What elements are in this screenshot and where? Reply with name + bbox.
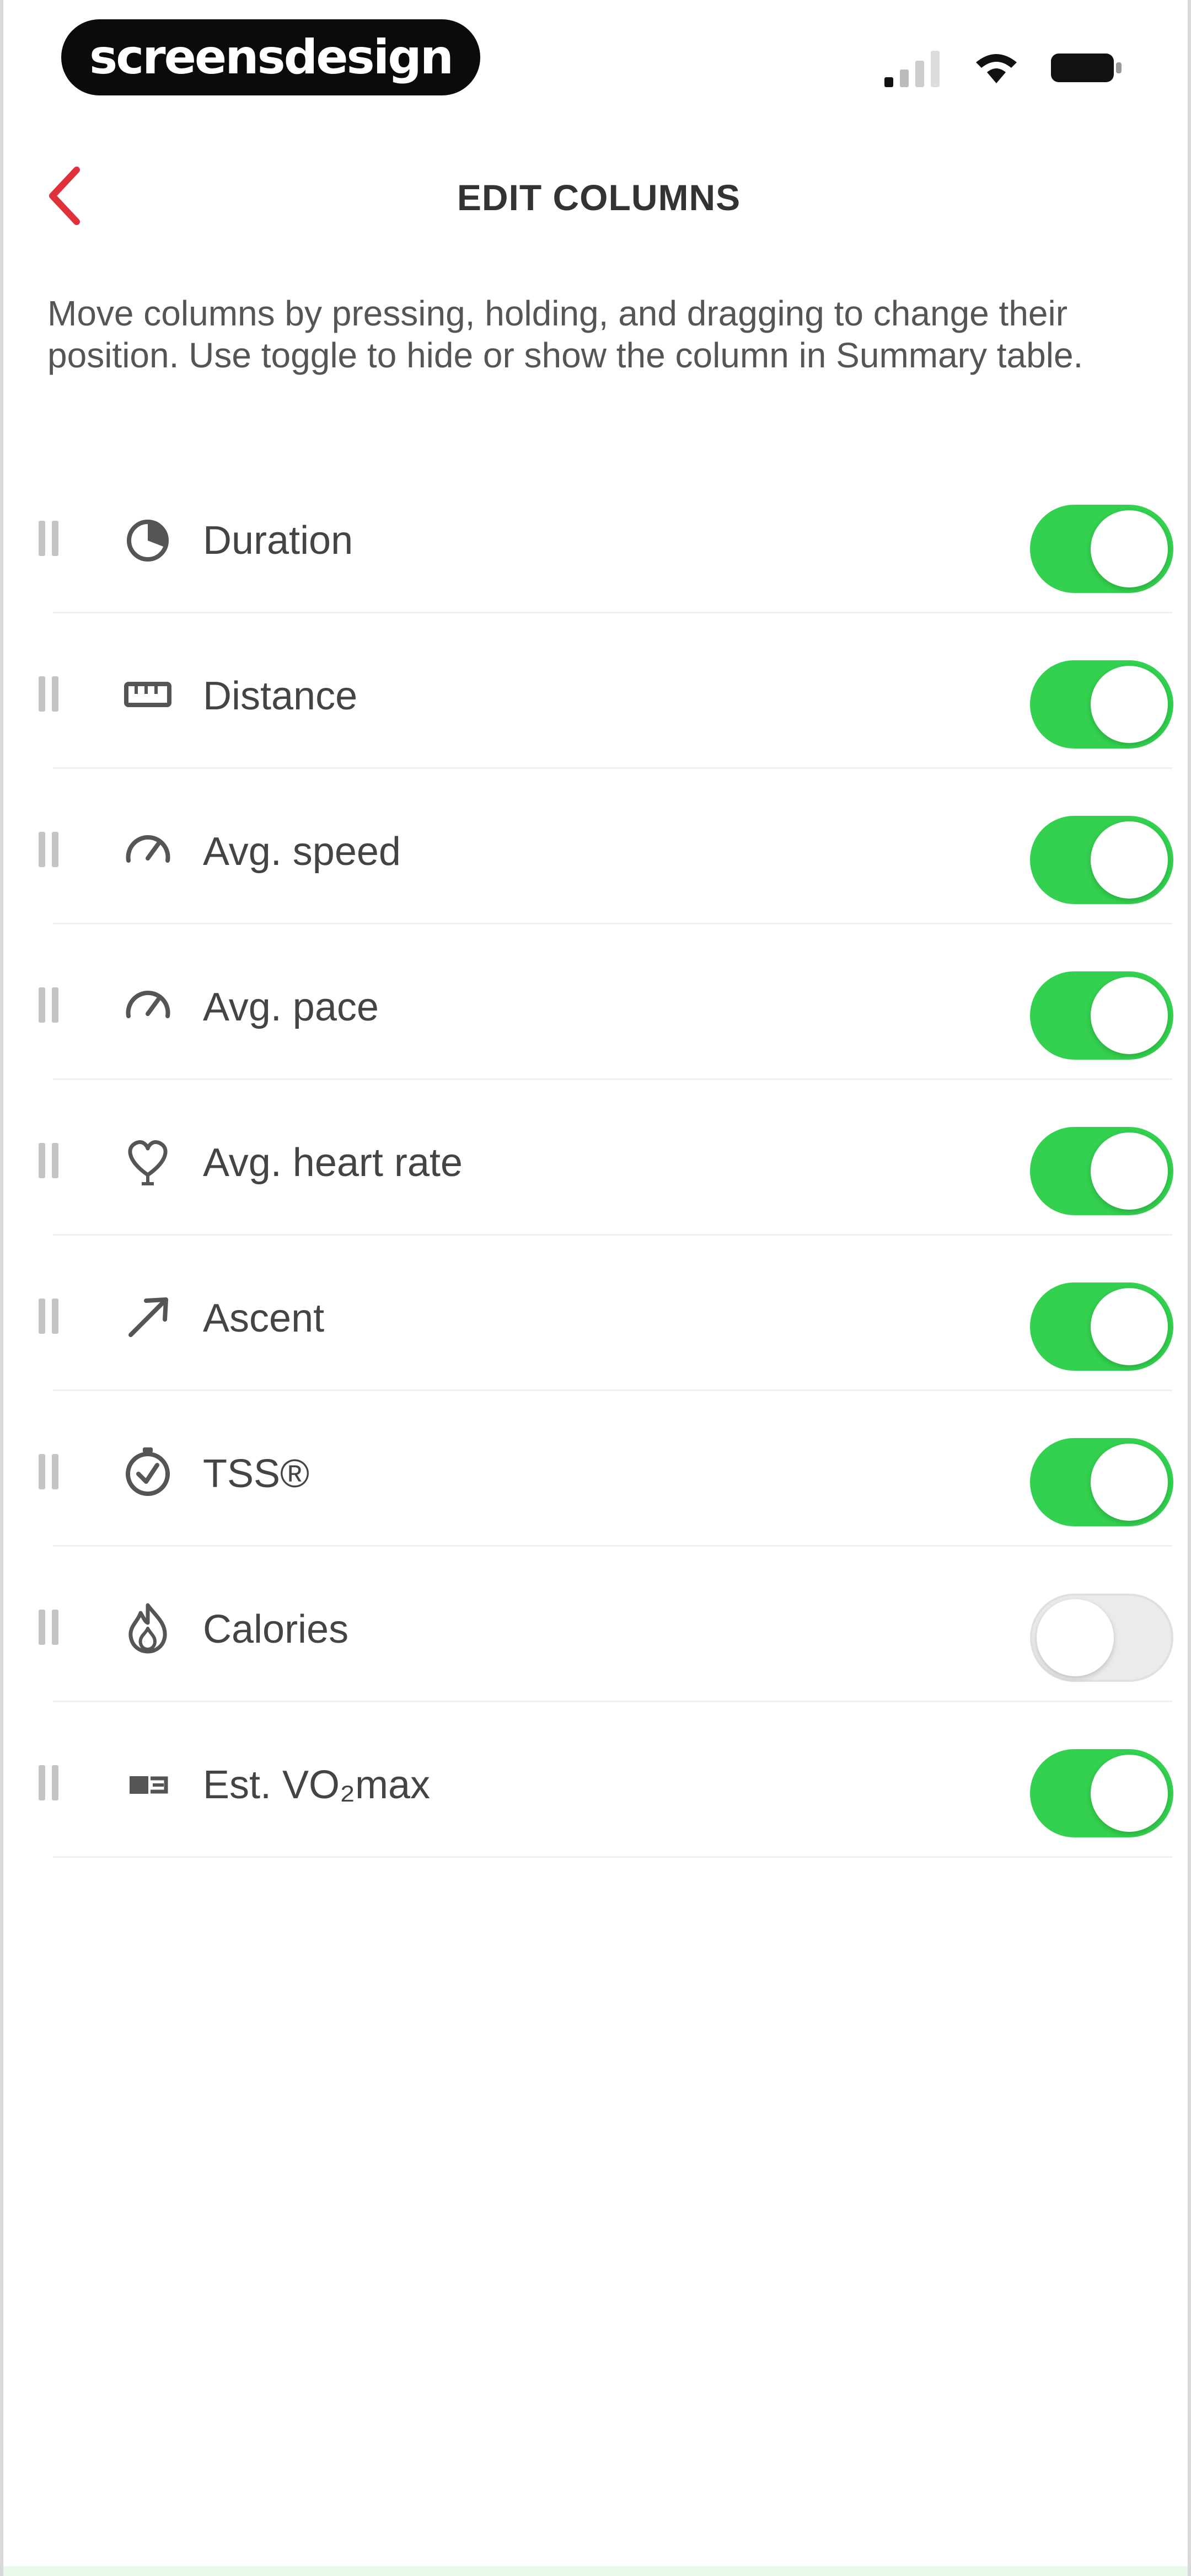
visibility-toggle[interactable] xyxy=(1030,660,1173,749)
column-row-tss: TSS® xyxy=(3,1391,1191,1547)
visibility-toggle[interactable] xyxy=(1030,1282,1173,1371)
row-divider xyxy=(53,1856,1172,1858)
vo2max-icon xyxy=(130,1776,168,1794)
flame-icon xyxy=(128,1603,167,1654)
column-label: Calories xyxy=(203,1607,349,1652)
column-label: Avg. speed xyxy=(203,830,401,874)
column-row-distance: Distance xyxy=(3,613,1191,769)
drag-handle-icon[interactable] xyxy=(35,830,63,869)
toggle-knob xyxy=(1091,1288,1168,1365)
training-load-icon xyxy=(126,1447,170,1496)
column-row-calories: Calories xyxy=(3,1547,1191,1702)
drag-handle-icon[interactable] xyxy=(35,985,63,1025)
toggle-knob xyxy=(1037,1599,1114,1676)
toggle-knob xyxy=(1091,821,1168,899)
column-label: Distance xyxy=(203,674,358,718)
stopwatch-icon xyxy=(127,520,169,562)
status-icons xyxy=(882,49,1123,87)
visibility-toggle[interactable] xyxy=(1030,1127,1173,1215)
column-label: Avg. pace xyxy=(203,985,379,1029)
toggle-knob xyxy=(1091,1132,1168,1210)
navigation-header: EDIT COLUMNS xyxy=(3,138,1191,254)
drag-handle-icon[interactable] xyxy=(35,1452,63,1492)
column-row-duration: Duration xyxy=(3,458,1191,613)
toggle-knob xyxy=(1091,510,1168,587)
toggle-knob xyxy=(1091,1755,1168,1832)
brand-badge: screensdesign xyxy=(61,19,480,95)
page-title: EDIT COLUMNS xyxy=(457,177,741,218)
column-label: TSS® xyxy=(203,1452,310,1496)
column-row-ascent: Ascent xyxy=(3,1236,1191,1391)
speedometer-icon xyxy=(126,835,170,863)
column-row-avg-speed: Avg. speed xyxy=(3,769,1191,924)
status-bar: screensdesign xyxy=(3,0,1191,116)
toggle-knob xyxy=(1091,977,1168,1054)
visibility-toggle[interactable] xyxy=(1030,816,1173,904)
bottom-edge xyxy=(3,2566,1188,2576)
drag-handle-icon[interactable] xyxy=(35,1763,63,1803)
column-label: Est. VO₂max xyxy=(203,1763,431,1807)
column-row-vo2max: Est. VO₂max xyxy=(3,1702,1191,1858)
toggle-knob xyxy=(1091,666,1168,743)
column-row-avg-heart-rate: Avg. heart rate xyxy=(3,1080,1191,1236)
brand-text: screensdesign xyxy=(89,30,454,85)
column-label: Ascent xyxy=(203,1296,325,1340)
drag-handle-icon[interactable] xyxy=(35,674,63,714)
heart-icon xyxy=(128,1140,168,1185)
battery-icon xyxy=(1051,54,1122,82)
columns-list: Duration Distance Avg. speed Avg. pace A… xyxy=(3,458,1191,1858)
column-label: Duration xyxy=(203,519,353,563)
cellular-signal-icon xyxy=(884,51,940,87)
drag-handle-icon[interactable] xyxy=(35,1296,63,1336)
app-screen: screensdesign EDIT COLUMNS Move columns … xyxy=(0,0,1191,2576)
drag-handle-icon[interactable] xyxy=(35,1141,63,1180)
arrow-up-right-icon xyxy=(128,1297,168,1337)
drag-handle-icon[interactable] xyxy=(35,1607,63,1647)
instructions-text: Move columns by pressing, holding, and d… xyxy=(47,293,1083,375)
wifi-icon xyxy=(976,54,1017,83)
column-row-avg-pace: Avg. pace xyxy=(3,924,1191,1080)
drag-handle-icon[interactable] xyxy=(35,519,63,558)
visibility-toggle[interactable] xyxy=(1030,1438,1173,1526)
visibility-toggle[interactable] xyxy=(1030,1594,1173,1682)
column-label: Avg. heart rate xyxy=(203,1141,463,1185)
speedometer-icon xyxy=(126,991,170,1018)
ruler-icon xyxy=(124,682,171,707)
visibility-toggle[interactable] xyxy=(1030,505,1173,593)
visibility-toggle[interactable] xyxy=(1030,1749,1173,1837)
visibility-toggle[interactable] xyxy=(1030,971,1173,1060)
toggle-knob xyxy=(1091,1444,1168,1521)
